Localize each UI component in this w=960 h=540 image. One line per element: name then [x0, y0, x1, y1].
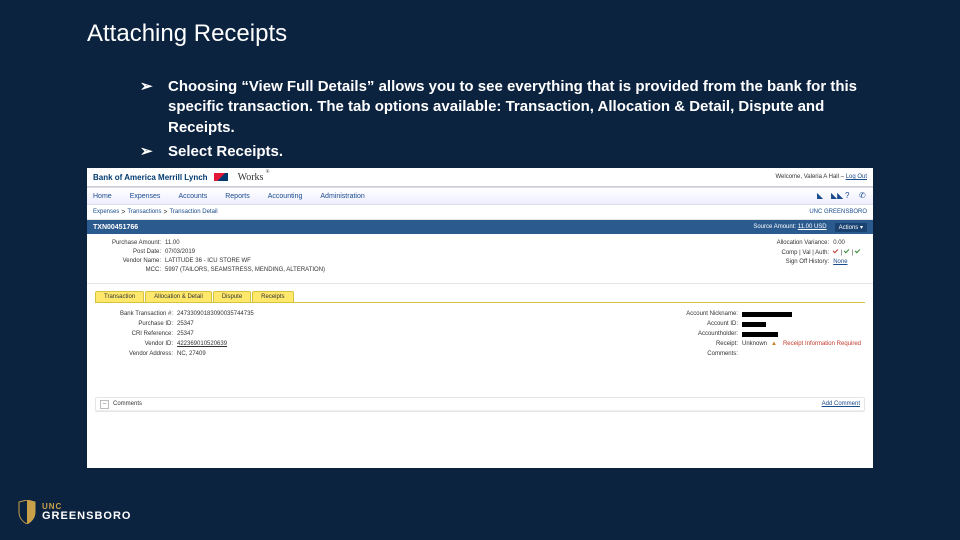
lbl-crireference: CRI Reference:: [99, 331, 173, 337]
lbl-acct-nick: Account Nickname:: [668, 311, 738, 317]
nav-expenses[interactable]: Expenses: [130, 193, 161, 200]
val-acct-nick: [742, 312, 792, 317]
works-logo: Works: [238, 172, 264, 183]
lock-icon: ▲: [771, 341, 777, 347]
footer-line2: GREENSBORO: [42, 511, 131, 522]
source-amount: Source Amount: 11.00 USD: [753, 224, 826, 230]
val-accountholder: [742, 332, 778, 337]
nav-home[interactable]: Home: [93, 193, 112, 200]
crumb-expenses[interactable]: Expenses: [93, 209, 119, 215]
welcome-text: Welcome, Valeria A Hall – Log Out: [775, 174, 867, 180]
lbl-mcc: MCC:: [99, 267, 161, 273]
val-vendor-id[interactable]: 422369010520639: [177, 341, 227, 347]
crumb-transactions[interactable]: Transactions: [127, 209, 161, 215]
val-post-date: 07/03/2019: [165, 249, 195, 255]
val-purchase-id: 25347: [177, 321, 194, 327]
lbl-vendor-name: Vendor Name:: [99, 258, 161, 264]
txn-id: TXN00451766: [93, 224, 138, 231]
user-icon[interactable]: ◣: [817, 192, 825, 200]
bullet-1: Choosing “View Full Details” allows you …: [140, 77, 880, 138]
bank-flag-icon: [214, 173, 228, 181]
comments-heading: Comments: [113, 401, 142, 407]
shield-icon: [18, 500, 36, 524]
lbl-vendor-addr: Vendor Address:: [99, 351, 173, 357]
lbl-accountholder: Accountholder:: [668, 331, 738, 337]
bullet-2: Select Receipts.: [140, 142, 880, 162]
bank-logo-text: Bank of America Merrill Lynch: [93, 173, 208, 182]
help-icon[interactable]: ?: [845, 192, 853, 200]
lbl-signoff: Sign Off History:: [749, 259, 829, 265]
lbl-purchase-amount: Purchase Amount:: [99, 240, 161, 246]
val-receipt: Unknown: [742, 341, 767, 347]
util-icons: ◣ ◣◣ ? ✆: [817, 192, 867, 200]
logout-link[interactable]: Log Out: [846, 174, 867, 180]
works-app-screenshot: Bank of America Merrill Lynch Works Welc…: [87, 168, 873, 468]
val-alloc-var: 0.00: [833, 240, 845, 246]
val-cva: | |: [833, 249, 861, 256]
val-crireference: 25347: [177, 331, 194, 337]
users-icon[interactable]: ◣◣: [831, 192, 839, 200]
phone-icon[interactable]: ✆: [859, 192, 867, 200]
lbl-receipt: Receipt:: [668, 341, 738, 347]
slide-footer-logo: UNC GREENSBORO: [18, 500, 131, 524]
main-nav: Home Expenses Accounts Reports Accountin…: [87, 187, 873, 205]
detail-tabs: Transaction Allocation & Detail Dispute …: [87, 288, 873, 302]
summary-panel: Purchase Amount: 11.00 Post Date: 07/03/20…: [87, 234, 873, 284]
tab-allocation[interactable]: Allocation & Detail: [145, 291, 212, 302]
lbl-cva: Comp | Val | Auth:: [749, 250, 829, 256]
lbl-comments: Comments:: [668, 351, 738, 357]
lbl-bank-txn: Bank Transaction #:: [99, 311, 173, 317]
val-bank-txn: 24733090183090035744735: [177, 311, 254, 317]
nav-reports[interactable]: Reports: [225, 193, 250, 200]
nav-administration[interactable]: Administration: [320, 193, 364, 200]
app-header: Bank of America Merrill Lynch Works Welc…: [87, 168, 873, 187]
txn-bar: TXN00451766 Source Amount: 11.00 USD Act…: [87, 220, 873, 234]
lbl-vendor-id: Vendor ID:: [99, 341, 173, 347]
val-purchase-amount: 11.00: [165, 240, 180, 246]
val-mcc: 5997 (TAILORS, SEAMSTRESS, MENDING, ALTE…: [165, 267, 325, 273]
actions-menu[interactable]: Actions ▾: [835, 223, 867, 232]
org-name: UNC GREENSBORO: [809, 209, 867, 215]
crumb-detail: Transaction Detail: [169, 209, 217, 215]
val-vendor-name: LATITUDE 36 - ICU STORE WF: [165, 258, 251, 264]
lbl-acct-id: Account ID:: [668, 321, 738, 327]
tab-receipts[interactable]: Receipts: [252, 291, 293, 302]
receipt-warning: Receipt Information Required: [783, 341, 861, 347]
slide-bullets: Choosing “View Full Details” allows you …: [100, 77, 880, 166]
tab-dispute[interactable]: Dispute: [213, 291, 251, 302]
val-acct-id: [742, 322, 766, 327]
nav-accounting[interactable]: Accounting: [268, 193, 303, 200]
comments-section: – Comments Add Comment: [95, 397, 865, 412]
tab-transaction[interactable]: Transaction: [95, 291, 144, 302]
val-vendor-addr: NC, 27409: [177, 351, 206, 357]
val-signoff[interactable]: None: [833, 259, 847, 265]
collapse-icon[interactable]: –: [100, 400, 109, 409]
slide-title: Attaching Receipts: [87, 20, 287, 48]
breadcrumb: Expenses > Transactions > Transaction De…: [87, 205, 873, 220]
add-comment-link[interactable]: Add Comment: [822, 401, 860, 407]
lbl-purchase-id: Purchase ID:: [99, 321, 173, 327]
transaction-panel: Bank Transaction #: 247330901830900357447…: [95, 302, 865, 393]
nav-accounts[interactable]: Accounts: [178, 193, 207, 200]
lbl-post-date: Post Date:: [99, 249, 161, 255]
lbl-alloc-var: Allocation Variance:: [749, 240, 829, 246]
